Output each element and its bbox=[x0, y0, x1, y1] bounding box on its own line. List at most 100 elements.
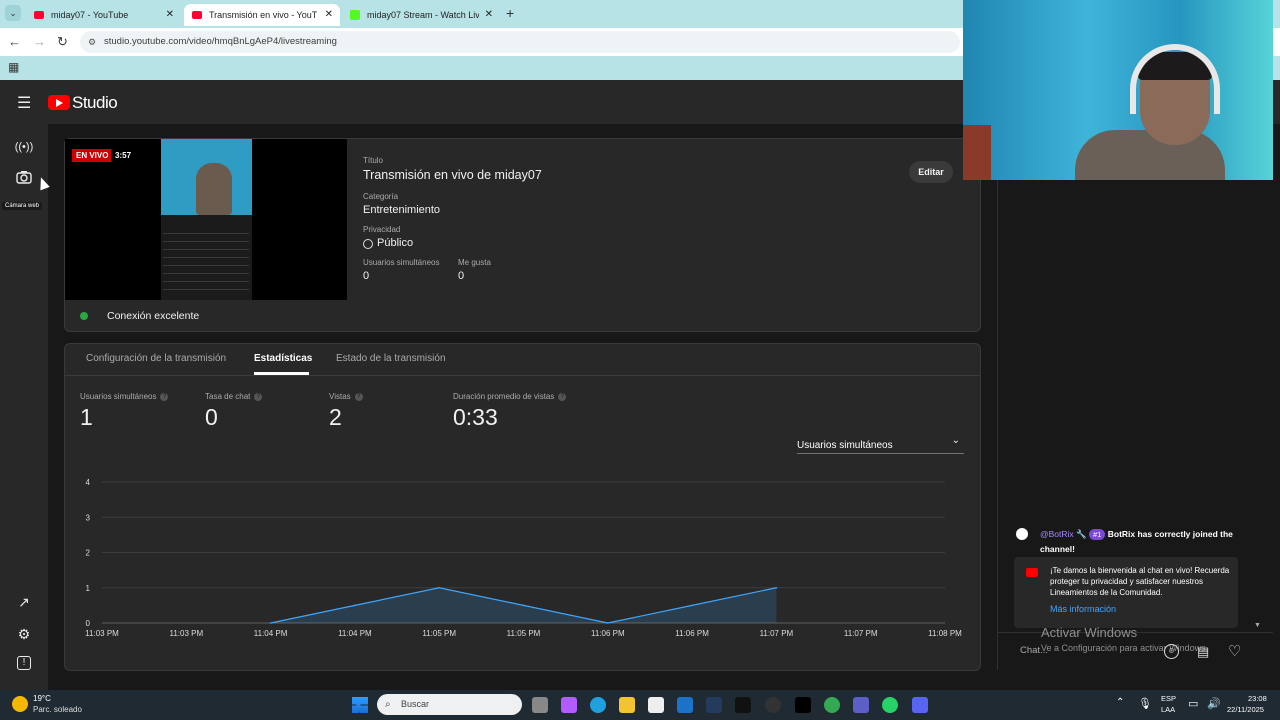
taskbar-search-label: Buscar bbox=[401, 699, 430, 709]
chart-x-tick-label: 11:08 PM bbox=[928, 629, 962, 638]
tab-list-button[interactable]: ⌄ bbox=[5, 5, 21, 21]
play-triangle-icon bbox=[56, 99, 63, 107]
chrome-icon[interactable] bbox=[824, 697, 840, 713]
task-view-icon[interactable] bbox=[532, 697, 548, 713]
chart-point[interactable] bbox=[691, 604, 693, 607]
weather-icon[interactable] bbox=[12, 696, 28, 712]
live-broadcast-icon[interactable]: ((•)) bbox=[14, 137, 34, 157]
help-icon[interactable]: ? bbox=[558, 392, 567, 401]
chart-x-tick-label: 11:06 PM bbox=[675, 629, 709, 638]
weather-desc: Parc. soleado bbox=[33, 705, 82, 714]
language-bottom[interactable]: LAA bbox=[1161, 705, 1175, 714]
tab-stream-health[interactable]: Estado de la transmisión bbox=[336, 353, 446, 364]
browser-tab-livestream[interactable]: Transmisión en vivo - YouTube ✕ bbox=[184, 4, 340, 26]
metric-select[interactable]: Usuarios simultáneos ⌄ bbox=[797, 435, 964, 454]
preview-screen-lines bbox=[163, 226, 249, 296]
connection-status-icon bbox=[80, 312, 88, 320]
site-info-icon[interactable]: ⚙ bbox=[88, 37, 96, 48]
volume-icon[interactable]: 🔊 bbox=[1207, 697, 1221, 710]
globe-icon bbox=[363, 239, 373, 249]
reload-icon[interactable]: ↻ bbox=[57, 34, 68, 50]
chart-point[interactable] bbox=[607, 622, 609, 624]
rank-badge: #1 bbox=[1089, 529, 1106, 540]
steam-icon[interactable] bbox=[706, 697, 722, 713]
chart-y-tick-label: 1 bbox=[86, 584, 91, 593]
chart-point[interactable] bbox=[775, 586, 778, 589]
preview-person bbox=[196, 163, 232, 215]
url-field[interactable]: studio.youtube.com/video/hmqBnLgAeP4/liv… bbox=[80, 31, 960, 53]
help-icon[interactable]: ? bbox=[254, 392, 263, 401]
youtube-small-icon bbox=[1026, 568, 1038, 577]
back-icon[interactable]: ← bbox=[8, 34, 21, 49]
concurrent-label: Usuarios simultáneos bbox=[363, 258, 440, 267]
youtube-favicon-icon bbox=[192, 11, 202, 19]
outlook-icon[interactable] bbox=[677, 697, 693, 713]
close-tab-icon[interactable]: ✕ bbox=[485, 9, 493, 20]
tab-analytics[interactable]: Estadísticas bbox=[254, 353, 312, 364]
edit-button[interactable]: Editar bbox=[909, 161, 953, 183]
more-info-link[interactable]: Más información bbox=[1050, 604, 1116, 614]
browser-tab-youtube[interactable]: miday07 - YouTube ✕ bbox=[26, 4, 181, 26]
teams-icon[interactable] bbox=[853, 697, 869, 713]
network-icon[interactable]: ▭ bbox=[1188, 697, 1198, 710]
capcut-icon[interactable] bbox=[795, 697, 811, 713]
clock-date[interactable]: 22/11/2025 bbox=[1227, 705, 1264, 714]
chart-x-tick-label: 11:04 PM bbox=[254, 629, 288, 638]
external-link-icon[interactable]: ↗ bbox=[14, 592, 34, 612]
new-tab-icon[interactable]: + bbox=[506, 5, 514, 21]
active-tab-underline bbox=[254, 372, 309, 375]
taskbar-search[interactable]: ⌕ Buscar bbox=[377, 694, 522, 715]
language-top[interactable]: ESP bbox=[1161, 694, 1176, 703]
chart-y-tick-label: 4 bbox=[86, 478, 91, 487]
settings-gear-icon[interactable]: ⚙ bbox=[14, 624, 34, 644]
tray-chevron-icon[interactable]: ⌃ bbox=[1116, 697, 1124, 708]
close-tab-icon[interactable]: ✕ bbox=[325, 9, 333, 20]
welcome-text: ¡Te damos la bienvenida al chat en vivo!… bbox=[1050, 566, 1230, 597]
tab-title: miday07 - YouTube bbox=[51, 10, 129, 20]
stat-label-chat-rate: Tasa de chat? bbox=[205, 392, 263, 401]
chart-point[interactable] bbox=[438, 586, 441, 589]
wrench-icon: 🔧 bbox=[1076, 529, 1087, 539]
obs-icon[interactable] bbox=[765, 697, 781, 713]
chart-point[interactable] bbox=[354, 604, 356, 607]
edge-icon[interactable] bbox=[590, 697, 606, 713]
tab-stream-settings[interactable]: Configuración de la transmisión bbox=[86, 353, 226, 364]
stat-value-avg-duration: 0:33 bbox=[453, 404, 498, 430]
chart-x-tick-label: 11:06 PM bbox=[591, 629, 625, 638]
chart-point[interactable] bbox=[269, 622, 272, 624]
store-icon[interactable] bbox=[648, 697, 664, 713]
browser-tab-kick[interactable]: miday07 Stream - Watch Live o ✕ bbox=[342, 4, 500, 26]
menu-icon[interactable]: ☰ bbox=[17, 93, 31, 113]
title-label: Título bbox=[363, 156, 384, 165]
heart-icon[interactable]: ♡ bbox=[1228, 642, 1241, 660]
help-icon[interactable]: ? bbox=[354, 392, 363, 401]
copilot-icon[interactable] bbox=[561, 697, 577, 713]
file-explorer-icon[interactable] bbox=[619, 697, 635, 713]
emoji-icon[interactable]: ☺ bbox=[1164, 644, 1179, 659]
help-icon[interactable]: ? bbox=[160, 392, 169, 401]
category-value: Entretenimiento bbox=[363, 204, 441, 216]
apps-grid-icon[interactable]: ▦ bbox=[8, 60, 19, 74]
camera-icon[interactable] bbox=[14, 169, 34, 189]
super-chat-icon[interactable]: ▤ bbox=[1197, 644, 1209, 660]
chat-author[interactable]: @BotRix bbox=[1040, 529, 1074, 539]
chart-y-tick-label: 2 bbox=[86, 549, 91, 558]
forward-icon[interactable]: → bbox=[33, 34, 46, 49]
chart-y-tick-label: 0 bbox=[86, 619, 91, 628]
clock-time[interactable]: 23:08 bbox=[1248, 694, 1267, 703]
chart-x-tick-label: 11:05 PM bbox=[507, 629, 541, 638]
stat-label-avg-duration: Duración promedio de vistas? bbox=[453, 392, 567, 401]
stat-label-views: Vistas? bbox=[329, 392, 363, 401]
webcam-tooltip: Cámara web bbox=[2, 202, 43, 210]
chat-scroll-down-icon[interactable]: ▼ bbox=[1254, 622, 1261, 629]
connection-status: Conexión excelente bbox=[107, 310, 200, 322]
whatsapp-icon[interactable] bbox=[882, 697, 898, 713]
discord-icon[interactable] bbox=[912, 697, 928, 713]
microphone-icon[interactable]: 🎙 bbox=[1138, 697, 1152, 710]
stream-title: Transmisión en vivo de miday07 bbox=[363, 168, 542, 182]
chart-point[interactable] bbox=[522, 604, 525, 607]
close-tab-icon[interactable]: ✕ bbox=[166, 9, 174, 20]
tiktok-icon[interactable] bbox=[735, 697, 751, 713]
feedback-icon[interactable]: ! bbox=[17, 656, 31, 670]
live-badge: EN VIVO bbox=[72, 149, 113, 162]
